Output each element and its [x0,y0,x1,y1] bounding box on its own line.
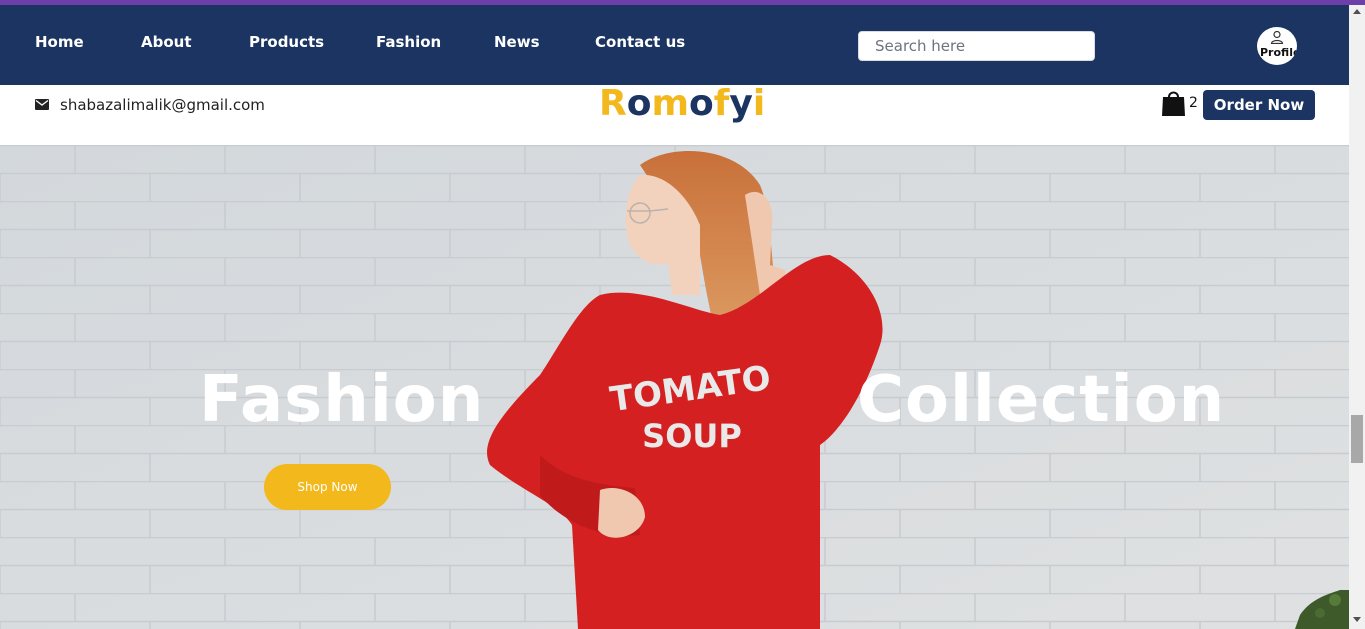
shop-now-button[interactable]: Shop Now [264,464,391,510]
site-logo[interactable]: Romofyi [599,83,765,124]
page-scrollbar[interactable] [1349,5,1365,629]
hero-banner: TOMATO SOUP Fashion Collection Shop Now [0,145,1349,629]
logo-letter: o [626,83,652,124]
logo-letter: R [599,83,627,124]
logo-letter: f [713,83,730,124]
nav-fashion-link[interactable]: Fashion [376,33,441,51]
logo-letter: y [729,83,753,124]
sweatshirt-line2: SOUP [642,417,742,455]
nav-about-link[interactable]: About [141,33,192,51]
hero-title-left: Fashion [199,363,485,437]
info-bar: shabazalimalik@gmail.com Romofyi 2 Order… [0,83,1349,145]
shopping-bag-icon[interactable] [1161,89,1186,117]
nav-home-link[interactable]: Home [35,33,84,51]
scroll-up-arrow-icon[interactable] [1353,9,1361,14]
scrollbar-thumb[interactable] [1351,415,1363,463]
nav-news-link[interactable]: News [494,33,540,51]
user-icon [1270,30,1284,44]
nav-contact-link[interactable]: Contact us [595,33,685,51]
mail-icon [35,99,49,110]
scroll-down-arrow-icon[interactable] [1353,617,1361,622]
logo-letter: i [752,83,766,124]
logo-letter: m [651,83,689,124]
search-input[interactable] [858,31,1095,61]
order-now-button[interactable]: Order Now [1203,90,1315,120]
nav-products-link[interactable]: Products [249,33,324,51]
profile-button[interactable]: Profile [1257,27,1297,65]
main-navbar: Home About Products Fashion News Contact… [0,5,1349,85]
logo-letter: o [688,83,714,124]
hero-title-right: Collection [857,363,1226,437]
profile-label: Profile [1260,46,1297,59]
sweatshirt-print: TOMATO SOUP [608,358,774,455]
cart-count-badge: 2 [1189,95,1198,111]
sweatshirt-line1: TOMATO [608,358,774,420]
contact-email: shabazalimalik@gmail.com [60,96,265,114]
